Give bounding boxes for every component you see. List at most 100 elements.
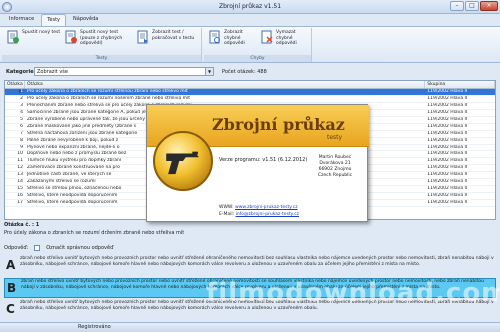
- cell-number: 1: [20, 89, 23, 94]
- column-header-number[interactable]: Otázka #: [5, 81, 25, 95]
- splash-version: Verze programu: v1.51 (6.12.2012): [219, 157, 308, 163]
- answer-bar: Odpověď: Označit správnou odpověď: [4, 245, 113, 251]
- cell-group: 119/2002 Hlava II: [427, 158, 468, 164]
- cell-group: 119/2002 Hlava II: [427, 144, 468, 150]
- start-new-test-label: Spustit nový test: [22, 30, 61, 35]
- show-test-icon: [137, 30, 148, 44]
- pistol-icon: [166, 151, 199, 175]
- splash-title: Zbrojní průkaz: [212, 115, 345, 134]
- author-country: Czech Republic: [317, 173, 353, 178]
- cell-group: 119/2002 Hlava II: [427, 179, 468, 185]
- answer-c-letter: C: [6, 302, 15, 316]
- cell-number: 3: [20, 102, 23, 108]
- table-row[interactable]: 2 Pro účely zákona o zbraních se rozumí n…: [5, 96, 495, 103]
- cell-number: 10: [17, 151, 23, 157]
- mark-correct-checkbox[interactable]: [34, 245, 41, 251]
- question-number: Otázka č. : 1: [4, 222, 40, 228]
- show-wrong-answers-button[interactable]: Zobrazit chybné odpovědi: [208, 30, 260, 47]
- answer-label: Odpověď:: [4, 245, 29, 251]
- wrong-test-icon: [65, 30, 77, 44]
- question-count: Počet otázek: 488: [222, 69, 267, 75]
- category-label: Kategorie:: [6, 69, 36, 75]
- close-button[interactable]: ×: [480, 1, 498, 11]
- cell-number: 6: [20, 123, 23, 129]
- cell-number: 12: [17, 165, 23, 171]
- ribbon-group-label-chyby: Chyby: [204, 55, 311, 62]
- cell-group: 119/2002 Hlava II: [427, 200, 468, 205]
- table-row[interactable]: 1 Pro účely zákona o zbraních se rozumí s…: [5, 89, 495, 96]
- ribbon: Spustit nový test Spustit nový test (pou…: [0, 26, 500, 63]
- window-title: Zbrojní průkaz v1.51: [218, 3, 282, 10]
- cell-group: 119/2002 Hlava II: [427, 116, 468, 122]
- answer-a[interactable]: A zbraň nebo střelivo uvnitř bytových ne…: [4, 256, 496, 276]
- cell-number: 17: [17, 200, 23, 205]
- cell-group: 119/2002 Hlava II: [427, 89, 468, 94]
- start-test-wrong-label: Spustit nový test (pouze z chybných odpo…: [80, 30, 123, 46]
- splash-mail: E-Mail: info@zbrojni-prukaz-testy.cz: [219, 212, 299, 217]
- watermark: filmodownload.com: [206, 278, 500, 308]
- category-select-value: Zobrazit vše: [37, 69, 68, 75]
- cell-group: 119/2002 Hlava II: [427, 102, 468, 108]
- show-test-label: Zobrazit test / pokračovat v testu: [152, 30, 195, 41]
- cell-group: 119/2002 Hlava II: [427, 193, 468, 199]
- cell-group: 119/2002 Hlava II: [427, 186, 468, 192]
- cell-number: 13: [17, 172, 23, 178]
- tab-testy[interactable]: Testy: [41, 14, 67, 26]
- mark-correct-label: Označit správnou odpověď: [46, 245, 114, 251]
- cell-number: 4: [20, 109, 23, 115]
- delete-wrong-icon: [261, 30, 273, 44]
- www-link[interactable]: www.zbrojni-prukaz-testy.cz: [235, 205, 298, 210]
- status-text: Registrováno: [78, 324, 111, 330]
- show-wrong-answers-label: Zobrazit chybné odpovědi: [224, 30, 245, 46]
- cell-number: 5: [20, 116, 23, 122]
- cell-group: 119/2002 Hlava II: [427, 165, 468, 171]
- cell-group: 119/2002 Hlava II: [427, 172, 468, 178]
- maximize-button[interactable]: □: [465, 1, 479, 11]
- chevron-down-icon[interactable]: ▼: [205, 68, 213, 75]
- ribbon-group-chyby: Zobrazit chybné odpovědi Vymazat chybné …: [204, 28, 312, 62]
- mail-link[interactable]: info@zbrojni-prukaz-testy.cz: [236, 212, 299, 217]
- about-splash: Zbrojní průkaz testy Verze programu: v1.…: [146, 104, 369, 222]
- pistol-coin-logo: [153, 131, 213, 191]
- cell-group: 119/2002 Hlava II: [427, 130, 468, 136]
- cell-number: 15: [17, 186, 23, 192]
- new-test-icon: [7, 30, 19, 44]
- cell-number: 2: [20, 95, 23, 101]
- answer-a-text: zbraň nebo střelivo uvnitř bytových nebo…: [20, 256, 494, 267]
- category-select[interactable]: Zobrazit vše ▼: [34, 67, 214, 76]
- cell-number: 8: [20, 137, 23, 143]
- question-text: Pro účely zákona o zbraních se rozumí dr…: [4, 230, 185, 236]
- tab-napoveda[interactable]: Nápověda: [68, 14, 103, 26]
- show-test-button[interactable]: Zobrazit test / pokračovat v testu: [136, 30, 200, 44]
- answer-a-letter: A: [6, 258, 16, 272]
- tab-informace[interactable]: Informace: [4, 14, 39, 26]
- column-header-question[interactable]: Otázka: [25, 81, 426, 88]
- delete-wrong-answers-label: Vymazat chybné odpovědi: [276, 30, 297, 46]
- splash-author: Martin Roubec Dvorákova 21 66902 Znojmo …: [307, 155, 363, 179]
- cell-number: 9: [20, 144, 23, 150]
- app-window: Zbrojní průkaz v1.51 – □ × Informace Tes…: [0, 0, 500, 332]
- start-new-test-button[interactable]: Spustit nový test: [6, 30, 62, 44]
- cell-group: 119/2002 Hlava II: [427, 137, 468, 143]
- minimize-button[interactable]: –: [450, 1, 464, 11]
- ribbon-group-testy: Spustit nový test Spustit nový test (pou…: [2, 28, 202, 62]
- delete-wrong-answers-button[interactable]: Vymazat chybné odpovědi: [260, 30, 310, 47]
- cell-group: 119/2002 Hlava II: [427, 123, 468, 129]
- answer-b-letter: B: [7, 281, 17, 295]
- column-header-group[interactable]: Skupina: [425, 81, 495, 88]
- cell-number: 7: [20, 130, 23, 136]
- title-bar: Zbrojní průkaz v1.51 – □ ×: [0, 0, 500, 14]
- cell-question: Pro účely zákona o zbraních se rozumí no…: [26, 95, 191, 101]
- cell-number: 11: [17, 158, 23, 164]
- cell-question: Pro účely zákona o zbraních se rozumí st…: [26, 89, 188, 94]
- show-wrong-icon: [209, 30, 220, 44]
- www-label: WWW:: [219, 205, 234, 210]
- cell-group: 119/2002 Hlava II: [427, 109, 468, 115]
- start-test-wrong-button[interactable]: Spustit nový test (pouze z chybných odpo…: [64, 30, 132, 47]
- cell-number: 14: [17, 179, 23, 185]
- status-bar: Registrováno: [0, 322, 500, 332]
- ribbon-tabs: Informace Testy Nápověda: [0, 14, 500, 26]
- mail-label: E-Mail:: [219, 212, 235, 217]
- grid-header: Otázka # Otázka Skupina: [5, 81, 495, 95]
- splash-www: WWW: www.zbrojni-prukaz-testy.cz: [219, 205, 298, 210]
